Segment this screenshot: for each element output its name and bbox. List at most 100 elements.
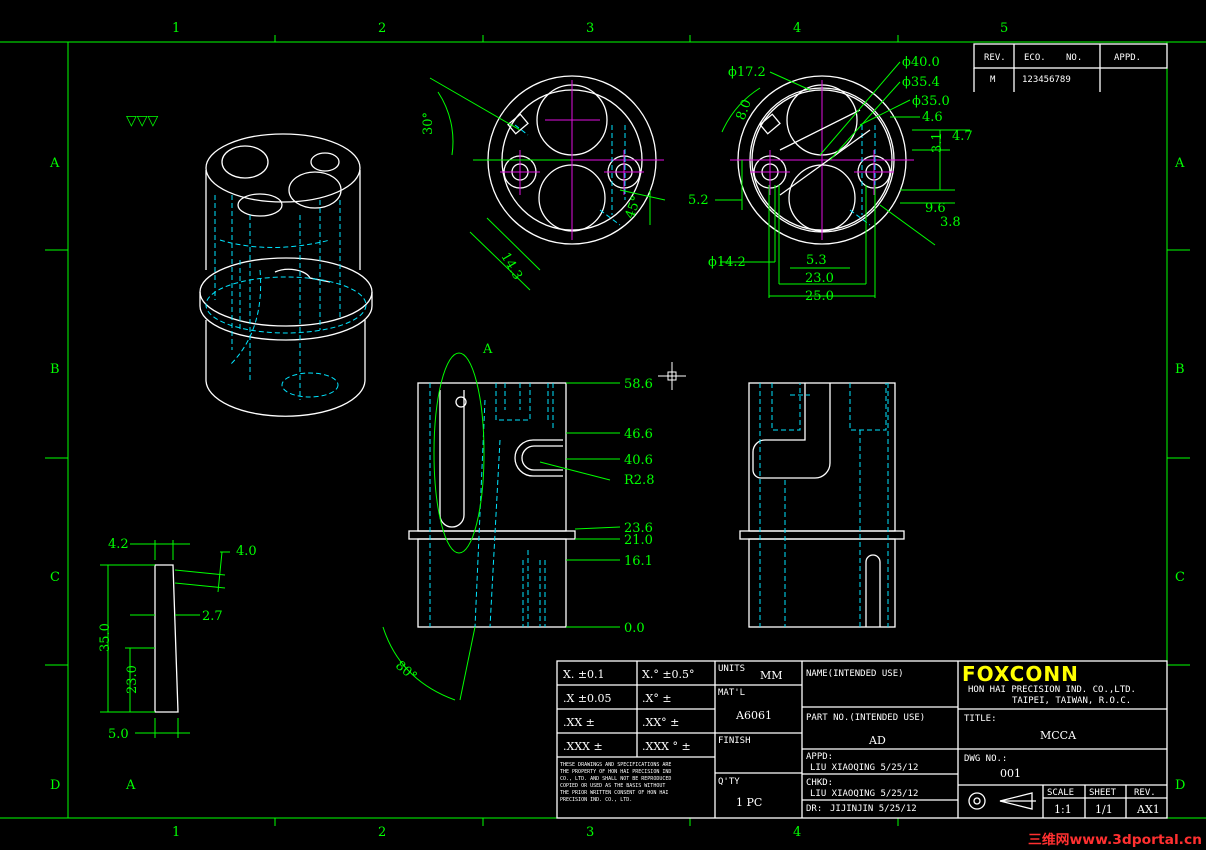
tol-xx: .X ±0.05: [563, 692, 612, 705]
tol-xxx-deg: .XX° ±: [642, 716, 679, 729]
sheet-label: SHEET: [1089, 788, 1117, 798]
eco-no-value: 123456789: [1022, 75, 1071, 85]
sheet-value: 1/1: [1095, 803, 1113, 816]
zone-row-d-left: D: [50, 778, 60, 793]
title-value: MCCA: [1040, 729, 1077, 742]
company-logo: FOXCONN: [962, 662, 1079, 686]
notice-line-4: COPIED OR USED AS THE BASIS WITHOUT: [560, 783, 665, 789]
notice-line-3: CO., LTD. AND SHALL NOT BE REPRODUCED: [560, 776, 671, 782]
qty-value: 1 PC: [736, 796, 762, 809]
dim-3-8: 3.8: [940, 215, 961, 230]
scale-value: 1:1: [1054, 803, 1072, 816]
rev-value: M: [990, 75, 996, 85]
dim-25-0: 25.0: [805, 289, 834, 304]
appd-label: APPD:: [806, 752, 833, 762]
zone-col-1-top: 1: [172, 21, 180, 36]
dim-phi-40-0: ϕ40.0: [902, 55, 940, 70]
crosshair-icon: [658, 362, 686, 390]
dim-4-2: 4.2: [108, 537, 129, 552]
dim-23-0-detail: 23.0: [125, 665, 140, 694]
dim-46-6: 46.6: [624, 427, 653, 442]
dim-4-7: 4.7: [952, 129, 973, 144]
watermark: 三维网www.3dportal.cn: [1028, 832, 1202, 848]
revision-block: REV. ECO. NO. APPD. M 123456789: [973, 43, 1168, 92]
dim-5-2: 5.2: [688, 193, 709, 208]
notice-line-5: THE PRIOR WRITTEN CONSENT OF HON HAI: [560, 790, 668, 796]
dim-5-0: 5.0: [108, 727, 129, 742]
dr-value: JIJINJIN 5/25/12: [830, 804, 917, 814]
zone-col-1-bottom: 1: [172, 825, 180, 840]
appd-value: LIU XIAOQING 5/25/12: [810, 763, 918, 773]
dim-35-0: 35.0: [98, 623, 113, 652]
dim-4-6: 4.6: [922, 110, 943, 125]
no-header: NO.: [1066, 53, 1082, 63]
dim-4-0: 4.0: [236, 544, 257, 559]
side-view: [739, 382, 905, 628]
zone-row-b-left: B: [50, 362, 60, 377]
appd-header: APPD.: [1114, 53, 1141, 63]
dr-label: DR:: [806, 804, 822, 814]
zone-col-3-top: 3: [586, 21, 594, 36]
front-view: A 58.6 46.6 40.6 R2.8 23.6 21.0 16.1 0.0…: [382, 342, 654, 701]
tol-x-deg: X.° ±0.5°: [642, 668, 695, 681]
zone-row-a-right: A: [1174, 156, 1185, 171]
rev-header: REV.: [984, 53, 1006, 63]
part-no-value: AD: [868, 734, 886, 747]
dim-21-0: 21.0: [624, 533, 653, 548]
title-block: X. ±0.1 X.° ±0.5° .X ±0.05 .X° ± .XX ± .…: [556, 660, 1168, 819]
dim-angle-30: 30°: [421, 112, 436, 135]
dim-3-1: 3.1: [930, 132, 945, 153]
dwg-no-label: DWG NO.:: [964, 754, 1007, 764]
zone-col-4-top: 4: [793, 21, 801, 36]
tol-x: X. ±0.1: [563, 668, 605, 681]
qty-label: Q'TY: [718, 777, 740, 787]
dim-angle-45: 45°: [623, 194, 645, 221]
zone-row-b-right: B: [1175, 362, 1185, 377]
dwg-no-value: 001: [1000, 767, 1021, 780]
zone-row-c-right: C: [1175, 570, 1185, 585]
material-value: A6061: [735, 709, 772, 722]
notice-line-1: THESE DRAWINGS AND SPECIFICATIONS ARE: [560, 762, 671, 768]
finish-label: FINISH: [718, 736, 751, 746]
eco-header: ECO.: [1024, 53, 1046, 63]
chkd-label: CHKD:: [806, 778, 833, 788]
dim-16-1: 16.1: [624, 554, 653, 569]
dim-40-6: 40.6: [624, 453, 653, 468]
dim-r2-8: R2.8: [624, 473, 654, 488]
dim-14-3: 14.3: [497, 250, 524, 283]
zone-col-3-bottom: 3: [586, 825, 594, 840]
dim-phi-14-2: ϕ14.2: [708, 255, 746, 270]
material-label: MAT'L: [718, 688, 745, 698]
dim-0-0: 0.0: [624, 621, 645, 636]
drawing-sheet: 1 2 3 4 5 1 2 3 4 A B C D A B C D ▽▽▽ RE…: [0, 21, 1206, 848]
top-view-right: ϕ17.2 8.0 ϕ40.0 ϕ35.4 ϕ35.0 4.6 4.7 3.1 …: [688, 55, 973, 304]
title-label: TITLE:: [964, 714, 997, 724]
dim-58-6: 58.6: [624, 377, 653, 392]
zone-col-2-top: 2: [378, 21, 386, 36]
zone-col-2-bottom: 2: [378, 825, 386, 840]
notice-line-2: THE PROPERTY OF HON HAI PRECISION IND: [560, 769, 671, 775]
detail-view-a: 4.2 4.0 2.7 35.0 23.0 5.0 A: [98, 537, 257, 793]
dim-angle-80: 80°: [392, 658, 419, 684]
part-no-label: PART NO.(INTENDED USE): [806, 713, 925, 723]
chkd-value: LIU XIAOQING 5/25/12: [810, 789, 918, 799]
tol-xxxx-deg: .XXX ° ±: [642, 740, 691, 753]
company-address: TAIPEI, TAIWAN, R.O.C.: [1012, 696, 1131, 706]
projection-symbol-icon: [968, 792, 1036, 810]
view-label-a-top: A: [482, 342, 493, 357]
notice-line-6: PRECISION IND. CO., LTD.: [560, 797, 632, 803]
tol-xx-deg: .X° ±: [642, 692, 672, 705]
scale-label: SCALE: [1047, 788, 1074, 798]
dim-5-3: 5.3: [806, 253, 827, 268]
units-value: MM: [760, 669, 783, 682]
zone-col-5-top: 5: [1000, 21, 1008, 36]
tol-xxxx: .XXX ±: [563, 740, 603, 753]
dim-phi-35-4: ϕ35.4: [902, 75, 940, 90]
name-label: NAME(INTENDED USE): [806, 669, 904, 679]
dim-2-7: 2.7: [202, 609, 223, 624]
zone-row-d-right: D: [1175, 778, 1185, 793]
zone-row-c-left: C: [50, 570, 60, 585]
dim-phi-35-0: ϕ35.0: [912, 94, 950, 109]
drawing-frame: [0, 35, 1206, 826]
company-name: HON HAI PRECISION IND. CO.,LTD.: [968, 685, 1136, 695]
